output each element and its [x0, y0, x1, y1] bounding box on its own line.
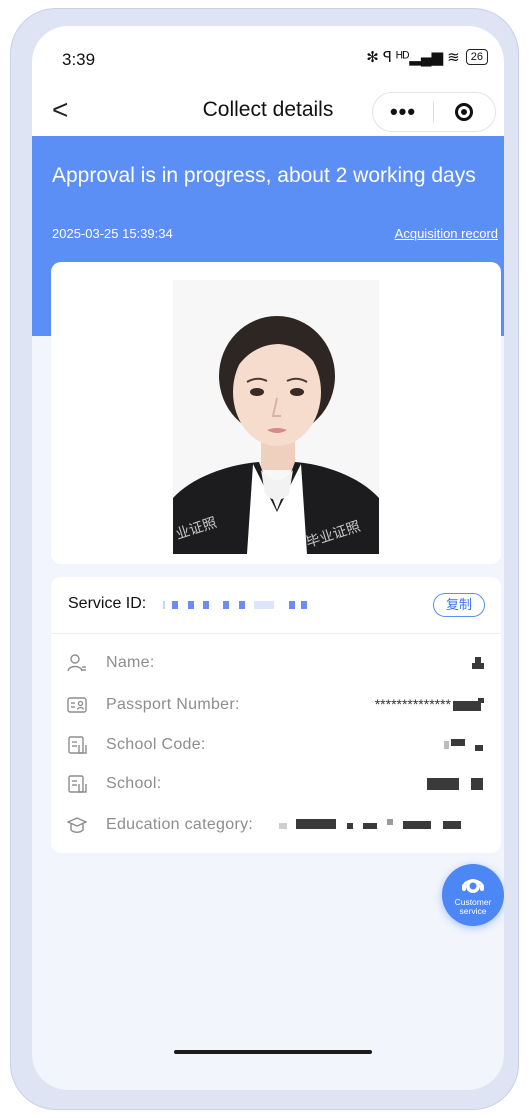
approval-status-text: Approval is in progress, about 2 working… — [52, 164, 476, 187]
status-icons: ✻ ꟼ ᴴᴰ▂▄▆ ≋ 26 — [366, 48, 488, 66]
battery-icon: 26 — [465, 49, 488, 65]
document-icon — [68, 775, 87, 793]
service-id-row: Service ID: 复制 — [51, 577, 501, 634]
passport-row: Passport Number: ************** — [51, 693, 501, 729]
person-icon — [67, 654, 86, 672]
headset-icon — [462, 879, 484, 893]
target-icon — [455, 103, 473, 121]
close-program-button[interactable] — [434, 103, 494, 121]
education-category-label: Education category: — [106, 816, 254, 833]
submission-datetime: 2025-03-25 15:39:34 — [52, 226, 173, 241]
photo-card: 业证照 毕业证照 — [51, 262, 501, 564]
details-card: Service ID: 复制 Name: Passport Number: **… — [51, 577, 501, 853]
acquisition-record-link[interactable]: Acquisition record — [395, 226, 498, 241]
name-label: Name: — [106, 654, 155, 671]
education-category-row: Education category: — [51, 813, 501, 849]
home-indicator[interactable] — [174, 1050, 372, 1054]
signal-wifi-icons: ✻ ꟼ ᴴᴰ▂▄▆ ≋ — [366, 49, 460, 66]
more-options-icon[interactable]: ••• — [373, 99, 433, 125]
customer-service-line2: service — [459, 906, 487, 916]
app-screen: 3:39 ✻ ꟼ ᴴᴰ▂▄▆ ≋ 26 < Collect details ••… — [32, 26, 504, 1090]
customer-service-label: Customer service — [442, 898, 504, 916]
mini-program-capsule: ••• — [372, 92, 496, 132]
passport-label: Passport Number: — [106, 696, 240, 713]
status-time: 3:39 — [62, 50, 96, 69]
school-code-row: School Code: — [51, 733, 501, 769]
document-icon — [68, 736, 87, 754]
passport-value: ************** — [374, 696, 451, 712]
status-bar: 3:39 ✻ ꟼ ᴴᴰ▂▄▆ ≋ 26 — [32, 26, 504, 86]
id-card-icon — [67, 697, 87, 713]
service-id-label: Service ID: — [68, 595, 147, 612]
copy-button[interactable]: 复制 — [433, 593, 485, 617]
name-row: Name: — [51, 651, 501, 687]
school-code-label: School Code: — [106, 736, 206, 753]
navigation-bar: < Collect details ••• — [32, 86, 504, 136]
school-row: School: — [51, 772, 501, 808]
graduation-cap-icon — [67, 817, 87, 833]
portrait-illustration — [173, 280, 379, 554]
customer-service-button[interactable]: Customer service — [442, 864, 504, 926]
id-photo: 业证照 毕业证照 — [173, 280, 379, 554]
school-label: School: — [106, 775, 162, 792]
